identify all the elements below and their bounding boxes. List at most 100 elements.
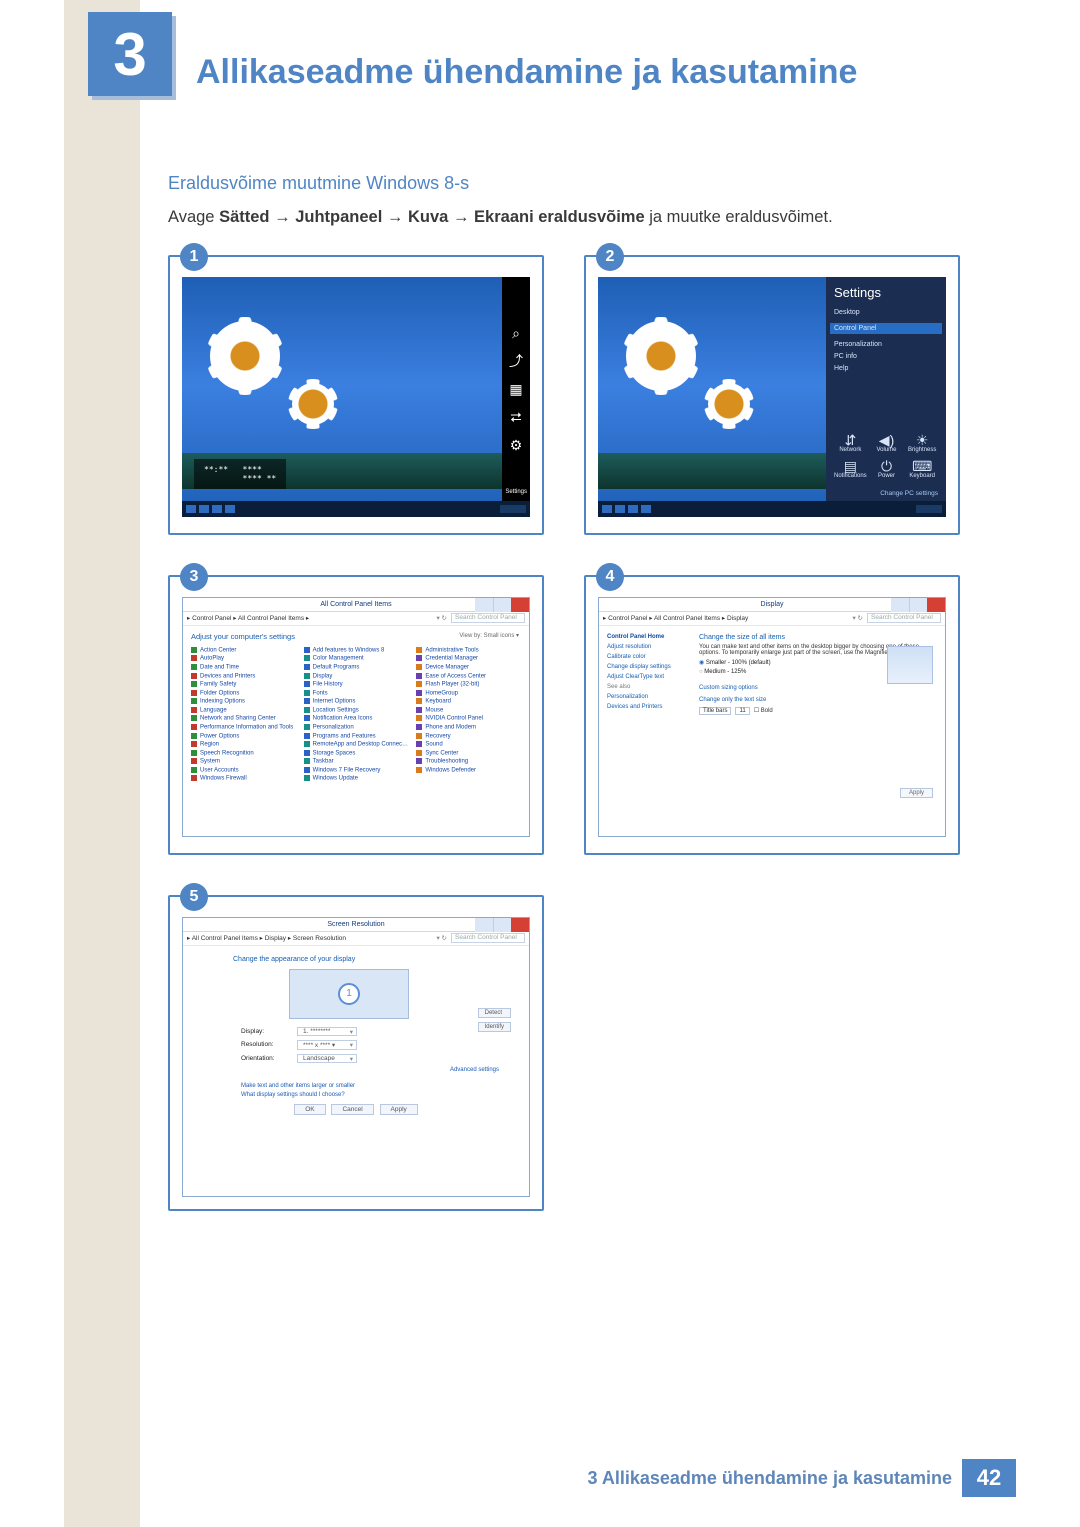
cp-link[interactable]: User Accounts — [191, 767, 296, 774]
tile-notifications[interactable]: ▤Notifications — [834, 457, 867, 479]
sidebar-link[interactable]: Adjust resolution — [607, 644, 693, 650]
cp-link[interactable]: Programs and Features — [304, 733, 409, 740]
view-by-dropdown[interactable]: View by: Small icons ▾ — [459, 632, 519, 639]
maximize-icon[interactable] — [909, 598, 927, 612]
cp-link[interactable]: Indexing Options — [191, 698, 296, 705]
custom-sizing-link[interactable]: Custom sizing options — [699, 685, 937, 691]
orientation-dropdown[interactable]: Landscape — [297, 1054, 357, 1063]
cp-link[interactable]: Folder Options — [191, 690, 296, 697]
cp-link[interactable]: NVIDIA Control Panel — [416, 715, 521, 722]
cp-link[interactable]: Action Center — [191, 647, 296, 654]
cp-link[interactable]: Notification Area Icons — [304, 715, 409, 722]
maximize-icon[interactable] — [493, 598, 511, 612]
window-titlebar[interactable]: Display — [599, 598, 945, 612]
devices-icon[interactable]: ⮂ — [510, 410, 521, 424]
apply-button[interactable]: Apply — [380, 1104, 418, 1115]
window-titlebar[interactable]: Screen Resolution — [183, 918, 529, 932]
display-dropdown[interactable]: 1. ******** — [297, 1027, 357, 1036]
cp-link[interactable]: Keyboard — [416, 698, 521, 705]
cp-link[interactable]: Troubleshooting — [416, 758, 521, 765]
cp-link[interactable]: Flash Player (32-bit) — [416, 681, 521, 688]
cp-link[interactable]: Sound — [416, 741, 521, 748]
window-titlebar[interactable]: All Control Panel Items — [183, 598, 529, 612]
search-icon[interactable]: ⌕ — [512, 326, 520, 340]
sidebar-link[interactable]: Change display settings — [607, 664, 693, 670]
close-icon[interactable] — [511, 598, 529, 612]
resolution-dropdown[interactable]: **** x **** ▾ — [297, 1040, 357, 1050]
search-input[interactable]: Search Control Panel — [451, 933, 525, 943]
start-icon[interactable]: ▦ — [509, 382, 522, 396]
close-icon[interactable] — [927, 598, 945, 612]
detect-button[interactable]: Detect — [478, 1008, 511, 1018]
settings-flyout[interactable]: Settings Desktop Control Panel Personali… — [826, 277, 946, 501]
display-window[interactable]: Display ▸ Control Panel ▸ All Control Pa… — [598, 597, 946, 837]
taskbar[interactable] — [598, 501, 946, 517]
breadcrumb[interactable]: ▸ Control Panel ▸ All Control Panel Item… — [603, 614, 848, 622]
cp-link[interactable]: Family Safety — [191, 681, 296, 688]
charms-bar[interactable]: ⌕ ⤴ ▦ ⮂ ⚙ — [502, 277, 530, 501]
item-dropdown[interactable]: Title bars — [699, 707, 731, 715]
cp-link[interactable]: Ease of Access Center — [416, 673, 521, 680]
address-bar[interactable]: ▸ All Control Panel Items ▸ Display ▸ Sc… — [183, 932, 529, 946]
cp-link[interactable]: Windows Defender — [416, 767, 521, 774]
cp-link[interactable]: Date and Time — [191, 664, 296, 671]
settings-item-highlight[interactable]: Control Panel — [830, 323, 942, 334]
tile-volume[interactable]: ◀)Volume — [871, 431, 903, 453]
breadcrumb[interactable]: ▸ All Control Panel Items ▸ Display ▸ Sc… — [187, 934, 432, 942]
cp-link[interactable]: Recovery — [416, 733, 521, 740]
cp-link[interactable]: Language — [191, 707, 296, 714]
cp-link[interactable]: Default Programs — [304, 664, 409, 671]
cp-link[interactable]: RemoteApp and Desktop Connections — [304, 741, 409, 748]
tile-network[interactable]: ⇵Network — [834, 431, 867, 453]
advanced-settings-link[interactable]: Advanced settings — [193, 1067, 499, 1073]
cp-link[interactable]: Devices and Printers — [191, 673, 296, 680]
sidebar-link[interactable]: Calibrate color — [607, 654, 693, 660]
cp-link[interactable]: Mouse — [416, 707, 521, 714]
cp-link[interactable]: Power Options — [191, 733, 296, 740]
settings-item[interactable]: Desktop — [834, 309, 938, 316]
screen-resolution-window[interactable]: Screen Resolution ▸ All Control Panel It… — [182, 917, 530, 1197]
help-link[interactable]: Make text and other items larger or smal… — [241, 1083, 519, 1089]
breadcrumb[interactable]: ▸ Control Panel ▸ All Control Panel Item… — [187, 614, 432, 622]
cp-link[interactable]: Display — [304, 673, 409, 680]
cp-link[interactable]: Windows Update — [304, 775, 409, 782]
cp-link[interactable]: Phone and Modem — [416, 724, 521, 731]
see-also-link[interactable]: Personalization — [607, 694, 693, 700]
cp-link[interactable]: Add features to Windows 8 — [304, 647, 409, 654]
cp-link[interactable]: Device Manager — [416, 664, 521, 671]
cancel-button[interactable]: Cancel — [331, 1104, 373, 1115]
cp-link[interactable]: Sync Center — [416, 750, 521, 757]
address-bar[interactable]: ▸ Control Panel ▸ All Control Panel Item… — [183, 612, 529, 626]
cp-link[interactable]: HomeGroup — [416, 690, 521, 697]
cp-home-link[interactable]: Control Panel Home — [607, 634, 693, 640]
control-panel-window[interactable]: All Control Panel Items ▸ Control Panel … — [182, 597, 530, 837]
cp-link[interactable]: Color Management — [304, 655, 409, 662]
ok-button[interactable]: OK — [294, 1104, 325, 1115]
cp-link[interactable]: Internet Options — [304, 698, 409, 705]
bold-checkbox[interactable]: ☐ Bold — [754, 707, 773, 714]
cp-link[interactable]: Administrative Tools — [416, 647, 521, 654]
cp-link[interactable]: Storage Spaces — [304, 750, 409, 757]
cp-link[interactable]: File History — [304, 681, 409, 688]
taskbar[interactable] — [182, 501, 530, 517]
tile-brightness[interactable]: ☀Brightness — [906, 431, 938, 453]
minimize-icon[interactable] — [475, 598, 493, 612]
cp-link[interactable]: Performance Information and Tools — [191, 724, 296, 731]
cp-link[interactable]: Location Settings — [304, 707, 409, 714]
search-input[interactable]: Search Control Panel — [867, 613, 941, 623]
address-bar[interactable]: ▸ Control Panel ▸ All Control Panel Item… — [599, 612, 945, 626]
cp-link[interactable]: Fonts — [304, 690, 409, 697]
cp-link[interactable]: Speech Recognition — [191, 750, 296, 757]
maximize-icon[interactable] — [493, 918, 511, 932]
sidebar-link[interactable]: Adjust ClearType text — [607, 674, 693, 680]
tile-keyboard[interactable]: ⌨Keyboard — [906, 457, 938, 479]
settings-item[interactable]: PC info — [834, 353, 938, 360]
help-link[interactable]: What display settings should I choose? — [241, 1092, 519, 1098]
cp-link[interactable]: Taskbar — [304, 758, 409, 765]
change-pc-settings-link[interactable]: Change PC settings — [834, 490, 938, 497]
settings-icon[interactable]: ⚙ — [510, 438, 523, 452]
cp-link[interactable]: Windows 7 File Recovery — [304, 767, 409, 774]
cp-link[interactable]: Credential Manager — [416, 655, 521, 662]
cp-link[interactable]: Network and Sharing Center — [191, 715, 296, 722]
cp-link[interactable]: AutoPlay — [191, 655, 296, 662]
